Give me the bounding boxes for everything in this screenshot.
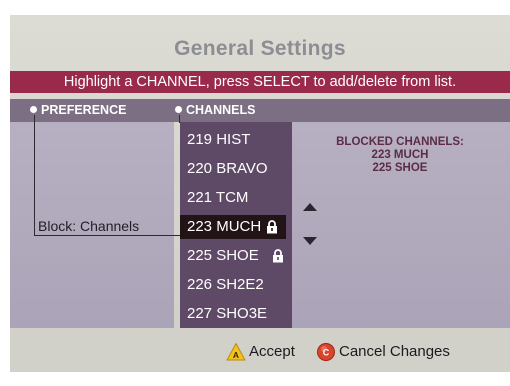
channel-item[interactable]: 219 HIST bbox=[180, 128, 292, 152]
channel-label: 220 BRAVO bbox=[187, 160, 268, 177]
channels-header-label: CHANNELS bbox=[186, 103, 256, 117]
blocked-channels-heading: BLOCKED CHANNELS: bbox=[336, 136, 464, 148]
connector-line bbox=[34, 115, 35, 235]
channel-item[interactable]: 226 SH2E2 bbox=[180, 273, 292, 297]
channel-label: 226 SH2E2 bbox=[187, 276, 264, 293]
channel-item[interactable]: 227 SHO3E bbox=[180, 302, 292, 326]
svg-text:C: C bbox=[323, 348, 330, 358]
page-title: General Settings bbox=[174, 37, 346, 60]
blocked-channel-item: 223 MUCH bbox=[371, 149, 429, 161]
accept-label: Accept bbox=[249, 343, 295, 360]
blocked-channel-item: 225 SHOE bbox=[372, 162, 428, 174]
a-button-icon: A bbox=[226, 342, 246, 361]
preference-value[interactable]: Block: Channels bbox=[38, 218, 139, 234]
channel-label: 219 HIST bbox=[187, 131, 251, 148]
channel-label: 227 SHO3E bbox=[187, 305, 268, 322]
instruction-bar: Highlight a CHANNEL, press SELECT to add… bbox=[10, 71, 510, 93]
lock-icon bbox=[273, 249, 283, 263]
channel-item[interactable]: 221 TCM bbox=[180, 186, 292, 210]
channel-item[interactable]: 220 BRAVO bbox=[180, 157, 292, 181]
arrow-down-icon[interactable] bbox=[303, 237, 317, 245]
bullet-icon bbox=[175, 106, 182, 113]
preference-column-header: PREFERENCE bbox=[30, 99, 126, 122]
channel-list[interactable]: 219 HIST 220 BRAVO 221 TCM 223 MUCH 225 SHOE… bbox=[180, 122, 292, 328]
channel-label: 223 MUCH bbox=[187, 218, 262, 235]
c-button-icon: C bbox=[317, 343, 335, 361]
channel-item[interactable]: 225 SHOE bbox=[180, 244, 292, 268]
channels-column-header: CHANNELS bbox=[175, 99, 255, 122]
bullet-icon bbox=[30, 106, 37, 113]
channel-label: 221 TCM bbox=[187, 189, 249, 206]
preference-header-label: PREFERENCE bbox=[41, 103, 127, 117]
channel-item[interactable]: 223 MUCH bbox=[180, 215, 286, 239]
column-header-row: PREFERENCE CHANNELS bbox=[10, 99, 510, 122]
cancel-changes-label: Cancel Changes bbox=[339, 343, 450, 360]
arrow-up-icon[interactable] bbox=[303, 203, 317, 211]
settings-screen: General Settings Highlight a CHANNEL, pr… bbox=[10, 15, 510, 372]
blocked-channels-summary: BLOCKED CHANNELS: 223 MUCH 225 SHOE bbox=[300, 136, 500, 175]
connector-line bbox=[34, 235, 180, 236]
lock-icon bbox=[267, 220, 277, 234]
channel-label: 225 SHOE bbox=[187, 247, 259, 264]
svg-text:A: A bbox=[233, 350, 239, 360]
